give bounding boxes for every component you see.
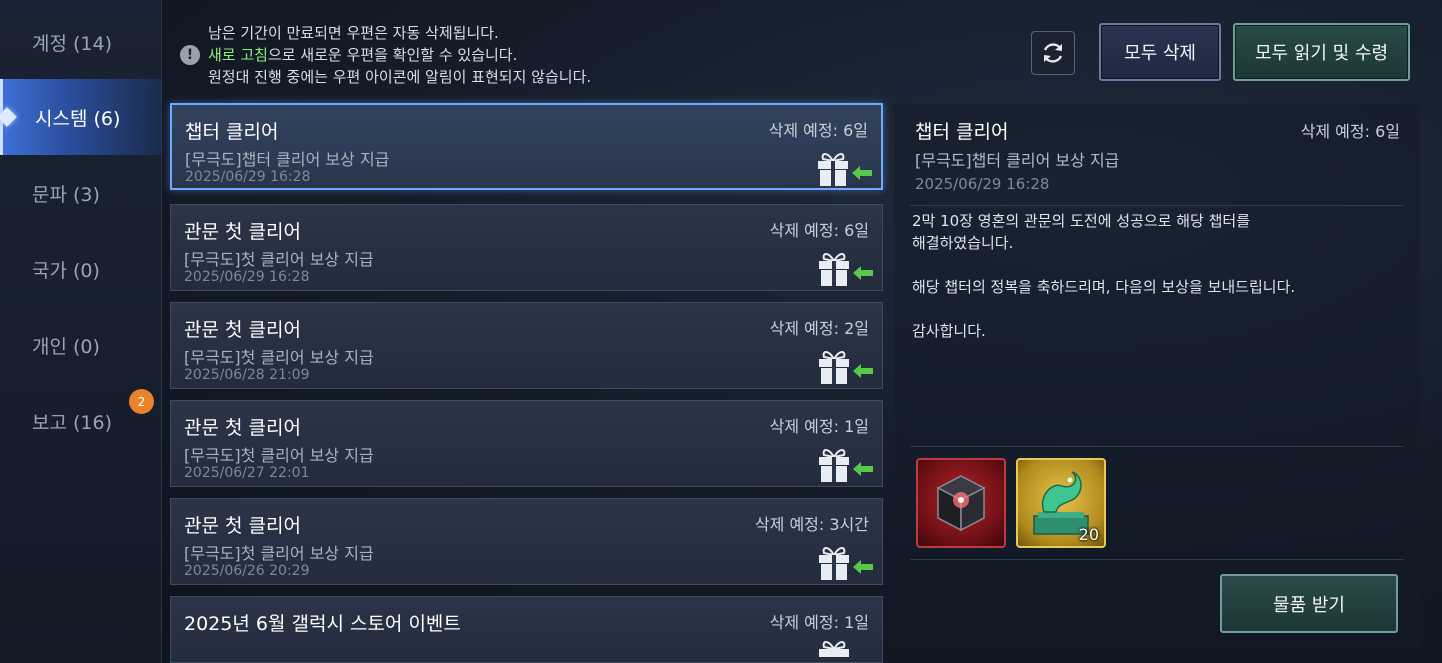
notification-badge: 2 bbox=[129, 389, 154, 414]
mail-subtitle: [무극도]챕터 클리어 보상 지급 bbox=[185, 150, 390, 169]
mail-item[interactable]: 2025년 6월 갤럭시 스토어 이벤트 삭제 예정: 1일 bbox=[170, 596, 883, 663]
receive-arrow-icon bbox=[853, 364, 873, 378]
receive-arrow-icon bbox=[853, 560, 873, 574]
sidebar-item-system[interactable]: 시스템 (6) bbox=[0, 79, 162, 155]
mail-date: 2025/06/26 20:29 bbox=[184, 563, 310, 579]
mail-item[interactable]: 관문 첫 클리어 [무극도]첫 클리어 보상 지급 2025/06/26 20:… bbox=[170, 498, 883, 585]
detail-title: 챕터 클리어 bbox=[915, 121, 1009, 143]
mail-expire: 삭제 예정: 6일 bbox=[768, 121, 868, 140]
notice-line-2-text: 으로 새로운 우편을 확인할 수 있습니다. bbox=[267, 46, 518, 64]
mail-date: 2025/06/27 22:01 bbox=[184, 465, 310, 481]
refresh-button[interactable] bbox=[1031, 31, 1075, 75]
info-exclamation-icon: ! bbox=[180, 45, 200, 65]
mail-date: 2025/06/28 21:09 bbox=[184, 367, 310, 383]
sidebar-item-account[interactable]: 계정 (14) bbox=[0, 4, 162, 80]
detail-date: 2025/06/29 16:28 bbox=[915, 175, 1050, 193]
mail-subtitle: [무극도]첫 클리어 보상 지급 bbox=[184, 348, 374, 367]
receive-arrow-icon bbox=[853, 462, 873, 476]
divider bbox=[910, 559, 1404, 560]
sidebar-item-guild[interactable]: 문파 (3) bbox=[0, 155, 162, 231]
mail-notice: ! 남은 기간이 만료되면 우편은 자동 삭제됩니다. 새로 고침으로 새로운 … bbox=[180, 22, 740, 88]
mail-subtitle: [무극도]첫 클리어 보상 지급 bbox=[184, 544, 374, 563]
reward-item-jade-seal[interactable]: 20 bbox=[1016, 458, 1106, 548]
sidebar-item-personal[interactable]: 개인 (0) bbox=[0, 307, 162, 383]
mail-expire: 삭제 예정: 1일 bbox=[769, 613, 869, 632]
mail-date: 2025/06/29 16:28 bbox=[184, 269, 310, 285]
mail-expire: 삭제 예정: 1일 bbox=[769, 417, 869, 436]
mail-title: 챕터 클리어 bbox=[185, 121, 279, 143]
refresh-icon bbox=[1043, 43, 1063, 63]
sidebar-item-label: 계정 (14) bbox=[32, 32, 113, 55]
mail-title: 관문 첫 클리어 bbox=[184, 417, 301, 439]
mail-item[interactable]: 관문 첫 클리어 [무극도]첫 클리어 보상 지급 2025/06/28 21:… bbox=[170, 302, 883, 389]
divider bbox=[910, 205, 1404, 206]
gift-icon bbox=[819, 641, 849, 657]
gift-icon bbox=[818, 153, 848, 186]
mail-title: 2025년 6월 갤럭시 스토어 이벤트 bbox=[184, 613, 461, 635]
notice-line-3: 원정대 진행 중에는 우편 아이콘에 알림이 표현되지 않습니다. bbox=[208, 68, 592, 86]
body-line: 해당 챕터의 정복을 축하드리며, 다음의 보상을 보내드립니다. bbox=[912, 278, 1296, 296]
mail-item[interactable]: 챕터 클리어 [무극도]챕터 클리어 보상 지급 2025/06/29 16:2… bbox=[170, 103, 883, 190]
mail-detail-panel: 챕터 클리어 삭제 예정: 6일 [무극도]챕터 클리어 보상 지급 2025/… bbox=[894, 104, 1420, 648]
mail-category-sidebar: 계정 (14) 시스템 (6) 문파 (3) 국가 (0) 개인 (0) 보고 … bbox=[0, 0, 162, 663]
mail-item[interactable]: 관문 첫 클리어 [무극도]첫 클리어 보상 지급 2025/06/27 22:… bbox=[170, 400, 883, 487]
mail-expire: 삭제 예정: 6일 bbox=[769, 221, 869, 240]
mail-item[interactable]: 관문 첫 클리어 [무극도]첫 클리어 보상 지급 2025/06/29 16:… bbox=[170, 204, 883, 291]
notice-line-2: 새로 고침으로 새로운 우편을 확인할 수 있습니다. bbox=[180, 44, 740, 66]
reward-item-red-cube[interactable] bbox=[916, 458, 1006, 548]
mail-title: 관문 첫 클리어 bbox=[184, 221, 301, 243]
sidebar-item-label: 문파 (3) bbox=[32, 183, 100, 206]
red-crystal-cube-icon bbox=[936, 475, 986, 532]
reward-quantity: 20 bbox=[1078, 525, 1099, 544]
mail-title: 관문 첫 클리어 bbox=[184, 515, 301, 537]
sidebar-item-label: 개인 (0) bbox=[32, 335, 100, 358]
mail-title: 관문 첫 클리어 bbox=[184, 319, 301, 341]
mail-expire: 삭제 예정: 3시간 bbox=[754, 515, 869, 534]
refresh-hint-highlight: 새로 고침 bbox=[208, 46, 268, 64]
notice-line-1: 남은 기간이 만료되면 우편은 자동 삭제됩니다. bbox=[208, 24, 499, 42]
sidebar-item-label: 시스템 (6) bbox=[35, 107, 121, 130]
read-all-and-claim-button[interactable]: 모두 읽기 및 수령 bbox=[1233, 23, 1410, 81]
mail-date: 2025/06/29 16:28 bbox=[185, 169, 311, 185]
receive-arrow-icon bbox=[853, 266, 873, 280]
gift-icon bbox=[819, 449, 849, 482]
mail-subtitle: [무극도]첫 클리어 보상 지급 bbox=[184, 446, 374, 465]
sidebar-item-nation[interactable]: 국가 (0) bbox=[0, 231, 162, 307]
body-line: 감사합니다. bbox=[912, 322, 986, 340]
body-line: 2막 10장 영혼의 관문의 도전에 성공으로 해당 챕터를 bbox=[912, 212, 1251, 230]
detail-expire: 삭제 예정: 6일 bbox=[1300, 122, 1400, 141]
gift-icon bbox=[819, 547, 849, 580]
divider bbox=[910, 446, 1404, 447]
body-line: 해결하였습니다. bbox=[912, 234, 1014, 252]
gift-icon bbox=[819, 351, 849, 384]
selected-diamond-icon bbox=[0, 107, 17, 127]
detail-body: 2막 10장 영혼의 관문의 도전에 성공으로 해당 챕터를 해결하였습니다. … bbox=[912, 210, 1402, 342]
detail-subtitle: [무극도]챕터 클리어 보상 지급 bbox=[915, 151, 1120, 170]
sidebar-item-label: 보고 (16) bbox=[32, 411, 113, 434]
receive-arrow-icon bbox=[852, 166, 872, 180]
mail-expire: 삭제 예정: 2일 bbox=[769, 319, 869, 338]
gift-icon bbox=[819, 253, 849, 286]
sidebar-item-label: 국가 (0) bbox=[32, 259, 100, 282]
delete-all-button[interactable]: 모두 삭제 bbox=[1099, 23, 1221, 81]
receive-items-button[interactable]: 물품 받기 bbox=[1220, 574, 1398, 633]
mail-subtitle: [무극도]첫 클리어 보상 지급 bbox=[184, 250, 374, 269]
